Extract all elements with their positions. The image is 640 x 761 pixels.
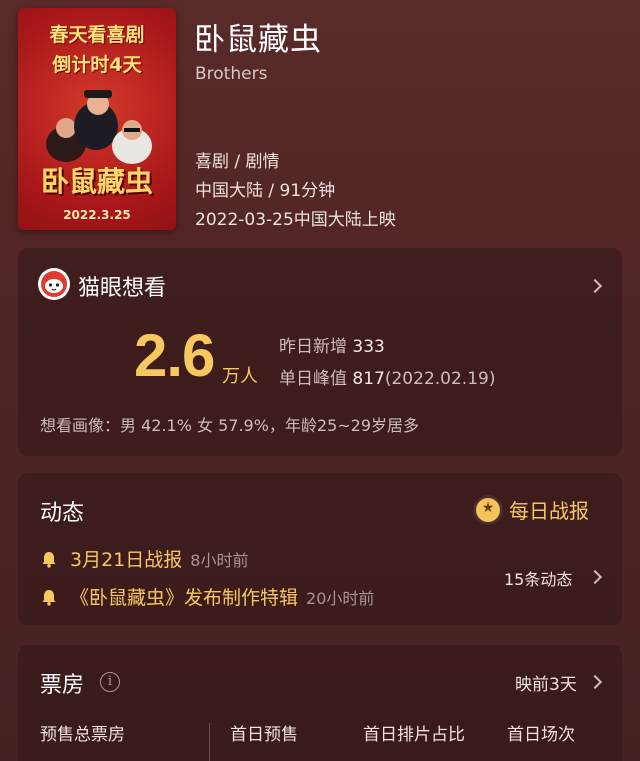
- bell-icon: [42, 552, 56, 568]
- news-item-text: 《卧鼠藏虫》发布制作特辑: [70, 587, 299, 609]
- news-title: 动态: [40, 501, 85, 526]
- first-day-screening-share-label: 首日排片占比: [363, 725, 465, 745]
- news-count-link[interactable]: 15条动态: [504, 566, 572, 590]
- presale-total-label: 预售总票房: [40, 725, 125, 745]
- daily-report-button[interactable]: 每日战报: [473, 491, 613, 527]
- movie-region-duration: 中国大陆 / 91分钟: [195, 181, 336, 201]
- yesterday-new: 昨日新增 333: [279, 332, 385, 357]
- info-icon[interactable]: i: [100, 672, 120, 692]
- daily-peak-label: 单日峰值: [279, 369, 347, 389]
- daily-peak: 单日峰值 817(2022.02.19): [279, 364, 495, 389]
- chevron-right-icon[interactable]: [587, 278, 603, 294]
- movie-release: 2022-03-25中国大陆上映: [195, 210, 396, 230]
- poster-countdown: 倒计时4天: [52, 54, 142, 76]
- movie-genre: 喜剧 / 剧情: [195, 152, 280, 172]
- chevron-right-icon[interactable]: [587, 674, 603, 690]
- maoyan-cat-icon: [38, 268, 70, 300]
- movie-english-title: Brothers: [195, 64, 268, 84]
- news-item[interactable]: 《卧鼠藏虫》发布制作特辑 20小时前: [40, 583, 374, 610]
- movie-poster[interactable]: 春天看喜剧 倒计时4天 卧鼠藏虫 2022.3.25: [18, 8, 176, 230]
- yesterday-new-label: 昨日新增: [279, 337, 347, 357]
- poster-figures: [46, 90, 152, 164]
- daily-peak-date: (2022.02.19): [384, 369, 496, 389]
- yesterday-new-value: 333: [352, 337, 385, 357]
- news-card: 动态 每日战报 3月21日战报 8小时前 《卧鼠藏虫》发布制作特辑 20小时前 15…: [18, 473, 622, 625]
- box-office-countdown-link[interactable]: 映前3天: [515, 670, 577, 695]
- poster-slogan: 春天看喜剧: [49, 24, 145, 46]
- column-divider: [209, 723, 210, 761]
- movie-title: 卧鼠藏虫: [194, 22, 322, 58]
- movie-header: 春天看喜剧 倒计时4天 卧鼠藏虫 2022.3.25 卧鼠藏虫 Brothers…: [0, 0, 640, 240]
- chevron-right-icon[interactable]: [587, 569, 603, 585]
- box-office-card: 票房 i 映前3天 预售总票房 首日预售 首日排片占比 首日场次: [18, 645, 622, 761]
- medal-icon: [476, 498, 500, 522]
- news-item-time: 20小时前: [306, 589, 375, 608]
- poster-date: 2022.3.25: [63, 208, 131, 222]
- box-office-title: 票房: [40, 673, 85, 698]
- daily-peak-value: 817: [352, 369, 385, 389]
- first-day-shows-label: 首日场次: [507, 725, 575, 745]
- news-item-text: 3月21日战报: [70, 549, 183, 571]
- want-to-see-unit: 万人: [222, 366, 258, 387]
- want-to-see-card[interactable]: 猫眼想看 2.6 万人 昨日新增 333 单日峰值 817(2022.02.19…: [18, 248, 622, 456]
- want-to-see-count: 2.6: [134, 322, 215, 389]
- audience-portrait: 想看画像：男 42.1% 女 57.9%，年龄25~29岁居多: [40, 416, 420, 435]
- bell-icon: [42, 590, 56, 606]
- want-to-see-title: 猫眼想看: [78, 276, 167, 301]
- poster-title-art: 卧鼠藏虫: [40, 165, 153, 198]
- daily-report-label: 每日战报: [509, 499, 589, 523]
- news-item[interactable]: 3月21日战报 8小时前: [40, 545, 248, 572]
- first-day-presale-label: 首日预售: [230, 725, 298, 745]
- news-item-time: 8小时前: [190, 551, 249, 570]
